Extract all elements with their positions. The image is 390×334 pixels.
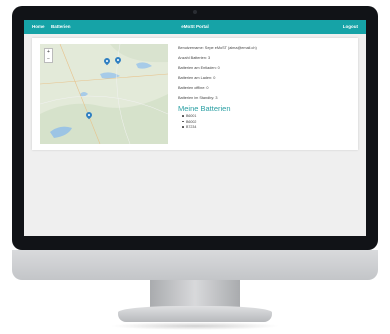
battery-map[interactable]: + − bbox=[40, 44, 168, 144]
charging-count-text: Batterien am Laden: 0 bbox=[178, 76, 216, 80]
nav-batteries-link[interactable]: Batterien bbox=[51, 24, 71, 29]
battery-list-item[interactable]: B7234 bbox=[182, 125, 196, 131]
map-zoom-control: + − bbox=[44, 48, 53, 63]
battery-list: B6001 B6002 B7234 bbox=[182, 114, 196, 131]
discharging-count-text: Batterien am Entladen: 0 bbox=[178, 66, 220, 70]
monitor-shadow bbox=[110, 322, 280, 330]
my-batteries-heading: Meine Batterien bbox=[178, 104, 231, 113]
offline-count-text: Batterien offline: 0 bbox=[178, 86, 209, 90]
logout-link[interactable]: Logout bbox=[343, 24, 358, 29]
navbar: Home Batterien eMoSt Portal Logout bbox=[24, 20, 366, 34]
dashboard-card: + − Benutzername: Sepe eMoST (alma@email… bbox=[32, 38, 358, 150]
monitor-chin bbox=[12, 250, 378, 280]
zoom-out-button[interactable]: − bbox=[45, 56, 52, 63]
portal-title: eMoSt Portal bbox=[181, 24, 209, 29]
monitor-bezel: Home Batterien eMoSt Portal Logout + − B… bbox=[12, 6, 378, 250]
monitor-stand-base bbox=[118, 306, 272, 322]
camera-dot bbox=[193, 10, 197, 14]
username-text: Benutzername: Sepe eMoST (alma@email.ch) bbox=[178, 46, 257, 50]
nav-home-link[interactable]: Home bbox=[32, 24, 45, 29]
screen: Home Batterien eMoSt Portal Logout + − B… bbox=[24, 20, 366, 236]
battery-count-text: Anzahl Batterien: 3 bbox=[178, 56, 211, 60]
standby-count-text: Batterien im Standby: 3 bbox=[178, 96, 218, 100]
